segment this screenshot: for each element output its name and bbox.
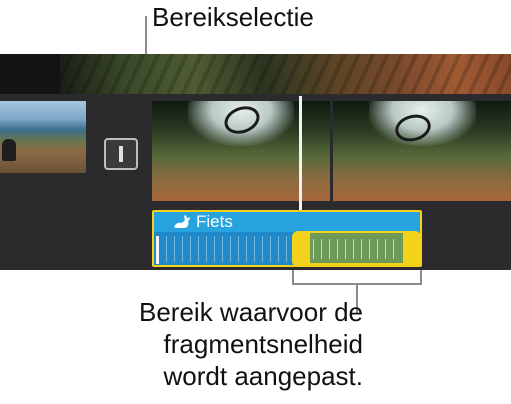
previous-video-clip[interactable] (0, 101, 86, 173)
rabbit-icon (172, 214, 194, 230)
range-bracket-left (292, 270, 294, 284)
range-handle-right[interactable] (403, 231, 420, 265)
range-description-line3: wordt aangepast. (163, 361, 363, 391)
range-description: Bereik waarvoor de fragmentsnelheid word… (139, 296, 363, 392)
speed-clip[interactable]: Fiets (152, 210, 422, 267)
rider-figure (2, 139, 16, 161)
clip-start-marker (156, 236, 159, 264)
range-handle-left[interactable] (292, 231, 310, 265)
video-frame (333, 101, 511, 201)
transition-icon[interactable] (104, 138, 138, 170)
range-description-line1: Bereik waarvoor de (139, 297, 363, 327)
speed-clip-title: Fiets (196, 212, 233, 231)
video-frame (152, 101, 330, 201)
range-bracket-right (420, 270, 422, 284)
background-video-strip (0, 54, 511, 94)
range-selection[interactable] (293, 231, 419, 265)
main-video-clip[interactable] (152, 101, 511, 201)
range-description-line2: fragmentsnelheid (163, 329, 363, 359)
range-selection-label: Bereikselectie (152, 2, 314, 32)
